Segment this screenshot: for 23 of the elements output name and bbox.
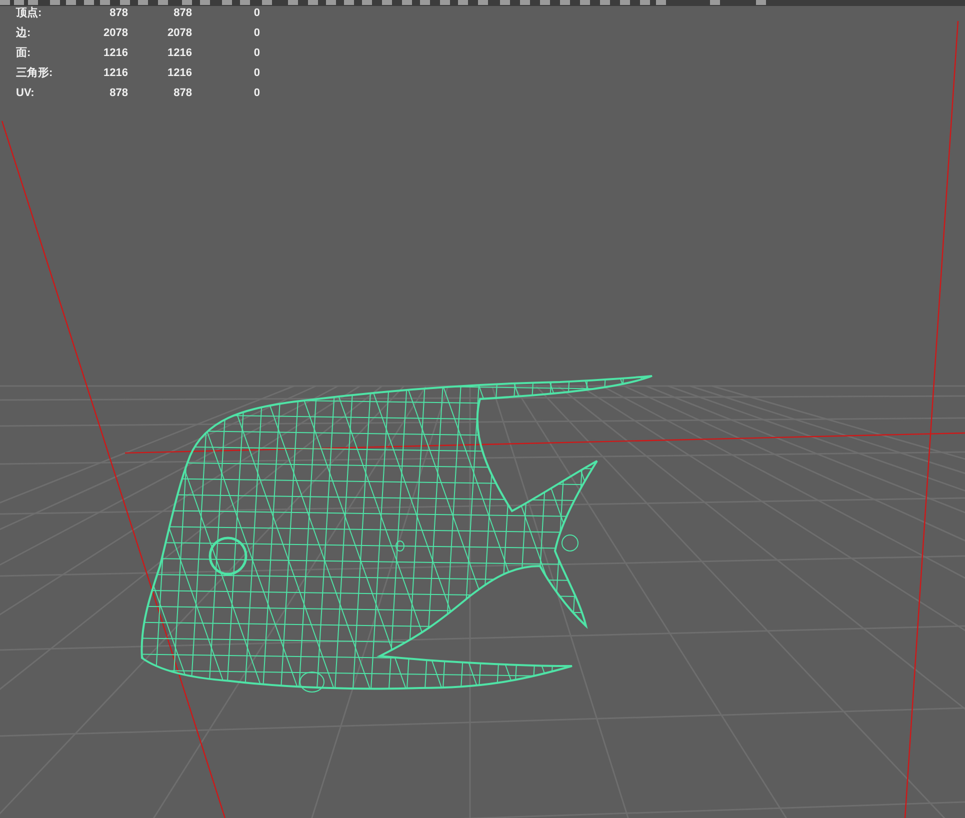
stat-value: 0 [254,6,260,20]
stat-label: 三角形: [16,66,53,80]
stat-value: 1216 [104,66,128,80]
stat-value: 1216 [104,46,128,60]
toolbar-icon[interactable] [756,0,766,5]
stat-label: 面: [16,46,31,60]
stat-value: 2078 [104,26,128,40]
stat-value: 1216 [168,46,192,60]
stat-value: 0 [254,66,260,80]
stat-value: 1216 [168,66,192,80]
stat-value: 878 [110,86,128,100]
stat-label: 顶点: [16,6,42,20]
stat-value: 0 [254,86,260,100]
stat-value: 0 [254,46,260,60]
stat-value: 0 [254,26,260,40]
stat-label: 边: [16,26,31,40]
toolbar-icon[interactable] [710,0,720,5]
toolbar-icon[interactable] [262,0,272,5]
stat-value: 878 [174,6,192,20]
stat-value: 878 [110,6,128,20]
stat-value: 878 [174,86,192,100]
stat-label: UV: [16,86,34,100]
stat-value: 2078 [168,26,192,40]
